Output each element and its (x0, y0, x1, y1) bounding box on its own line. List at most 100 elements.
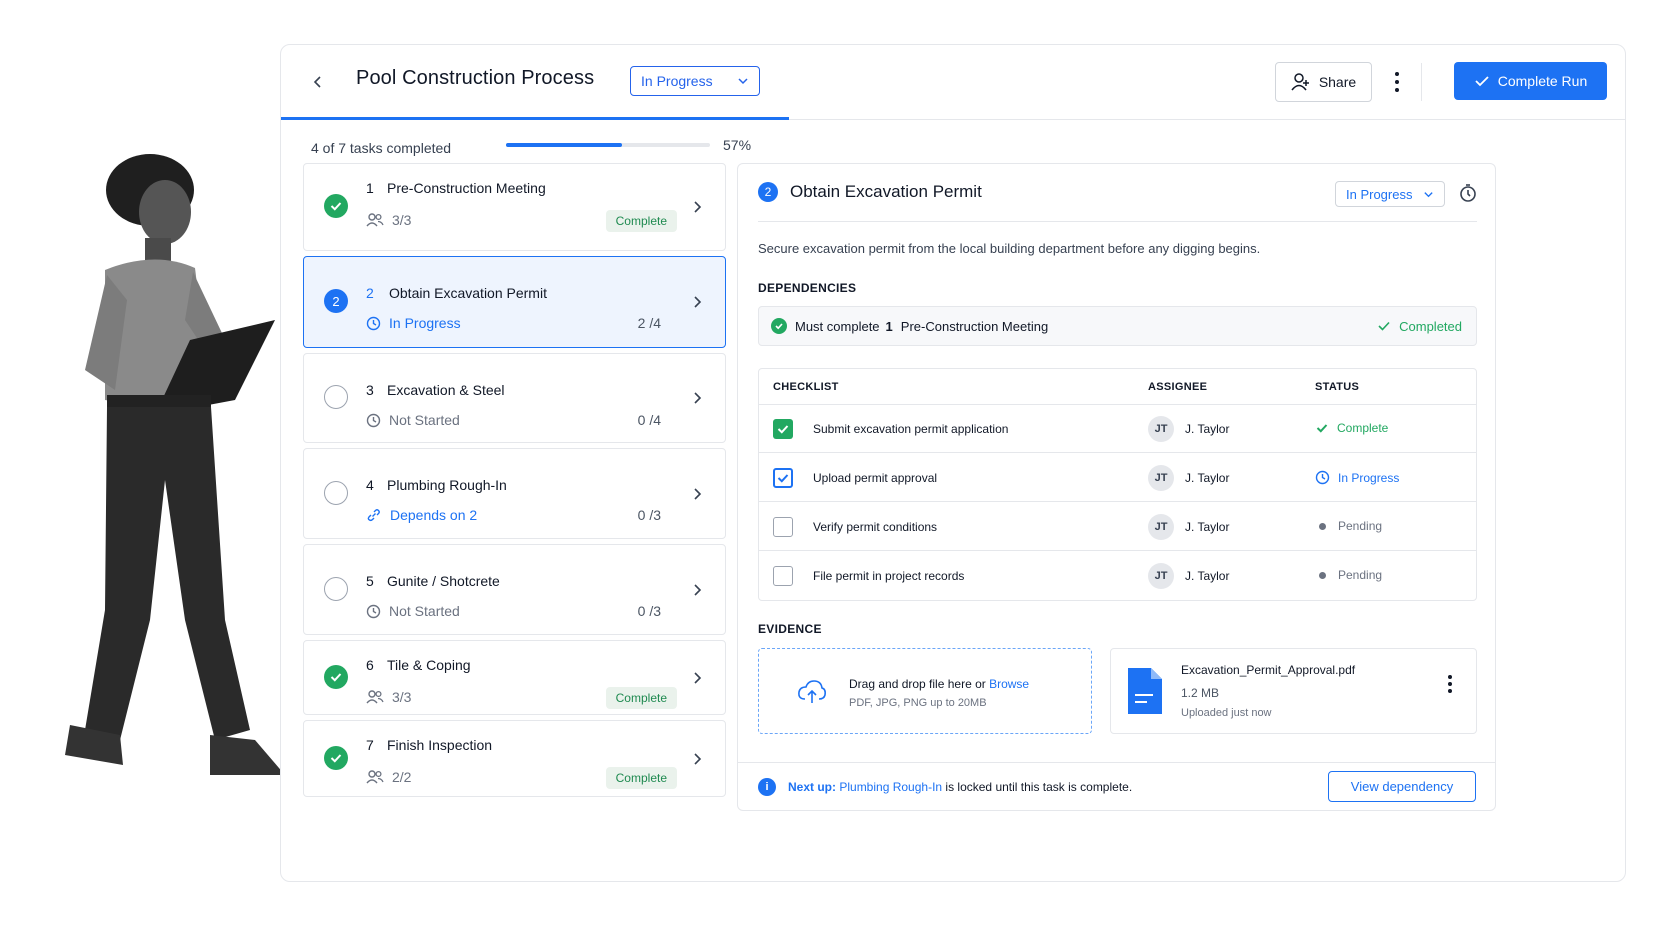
view-dependency-button[interactable]: View dependency (1328, 771, 1476, 802)
next-task-link[interactable]: Plumbing Rough-In (839, 780, 942, 794)
checklist-status: Pending (1315, 568, 1382, 582)
progress-summary: 4 of 7 tasks completed 57% (311, 137, 761, 159)
checkbox-unchecked[interactable] (773, 517, 793, 537)
check-circle-icon (771, 318, 787, 334)
task-current-indicator: 2 (324, 289, 348, 313)
task-complete-icon (324, 746, 348, 770)
task-meta-label: In Progress (389, 315, 461, 331)
task-meta: Not Started (366, 603, 460, 619)
add-user-icon (1291, 73, 1309, 91)
checkbox-checked[interactable] (773, 419, 793, 439)
dropzone-hint: PDF, JPG, PNG up to 20MB (849, 697, 987, 709)
detail-title: Obtain Excavation Permit (790, 182, 982, 201)
checklist-row: File permit in project records JT J. Tay… (759, 552, 1476, 600)
page-title: Pool Construction Process (356, 67, 595, 89)
avatar: JT (1148, 514, 1174, 540)
task-name: Pre-Construction Meeting (387, 180, 546, 196)
task-complete-icon (324, 194, 348, 218)
task-card[interactable]: 4 Plumbing Rough-In Depends on 2 0 /3 (303, 448, 726, 539)
chevron-right-icon (693, 487, 703, 506)
task-count: 0 /3 (637, 603, 661, 619)
task-number: 1 (366, 180, 374, 196)
task-name: Obtain Excavation Permit (389, 285, 547, 301)
check-icon (1378, 321, 1390, 331)
assignee-name: J. Taylor (1185, 471, 1230, 485)
next-up-notice: Next up: Plumbing Rough-In is locked unt… (788, 780, 1132, 794)
users-icon (366, 769, 384, 785)
col-assignee: ASSIGNEE (1148, 381, 1208, 393)
task-name: Gunite / Shotcrete (387, 573, 500, 589)
complete-run-button[interactable]: Complete Run (1454, 62, 1607, 100)
person-illustration (65, 154, 285, 775)
back-button[interactable] (305, 69, 331, 95)
task-pending-indicator (324, 481, 348, 505)
chevron-right-icon (693, 583, 703, 602)
task-card[interactable]: 3 Excavation & Steel Not Started 0 /4 (303, 353, 726, 443)
task-card[interactable]: 2 2 Obtain Excavation Permit In Progress… (303, 256, 726, 348)
file-size: 1.2 MB (1181, 686, 1220, 700)
check-icon (1315, 421, 1329, 435)
file-upload-time: Uploaded just now (1181, 707, 1272, 719)
task-name: Excavation & Steel (387, 382, 505, 398)
assignee-name: J. Taylor (1185, 569, 1230, 583)
chevron-left-icon (313, 76, 321, 88)
task-number: 5 (366, 573, 374, 589)
task-count: 2 /4 (637, 315, 661, 331)
checklist-status: In Progress (1315, 470, 1399, 485)
evidence-heading: EVIDENCE (758, 622, 822, 636)
detail-heading: 2 Obtain Excavation Permit (758, 182, 982, 202)
file-dropzone[interactable]: Drag and drop file here or Browse PDF, J… (758, 648, 1092, 734)
chevron-right-icon (693, 200, 703, 219)
users-icon (366, 212, 384, 228)
detail-status-dropdown[interactable]: In Progress (1335, 181, 1445, 207)
task-card[interactable]: 5 Gunite / Shotcrete Not Started 0 /3 (303, 544, 726, 635)
header: Pool Construction Process In Progress Sh… (281, 45, 1625, 119)
progress-percent: 57% (723, 137, 752, 153)
dependencies-heading: DEPENDENCIES (758, 281, 857, 295)
checklist-row: Submit excavation permit application JT … (759, 405, 1476, 453)
task-card[interactable]: 1 Pre-Construction Meeting 3/3 Complete (303, 163, 726, 251)
avatar: JT (1148, 465, 1174, 491)
task-card[interactable]: 7 Finish Inspection 2/2 Complete (303, 720, 726, 797)
status-dropdown-label: In Progress (641, 73, 713, 89)
timer-button[interactable] (1458, 183, 1478, 208)
browse-link[interactable]: Browse (989, 677, 1029, 691)
task-name: Tile & Coping (387, 657, 471, 673)
link-icon (366, 507, 382, 523)
progress-bar-fill (506, 143, 623, 147)
task-status-badge: Complete (605, 767, 677, 789)
share-button[interactable]: Share (1275, 62, 1372, 102)
status-dropdown[interactable]: In Progress (630, 66, 760, 96)
header-active-indicator (281, 117, 789, 120)
dependency-prefix: Must complete (795, 318, 880, 334)
clock-icon (366, 604, 381, 619)
file-options-button[interactable] (1448, 675, 1452, 693)
avatar: JT (1148, 416, 1174, 442)
assignee-name: J. Taylor (1185, 520, 1230, 534)
dependency-row: Must complete 1 Pre-Construction Meeting… (758, 306, 1477, 346)
task-meta: In Progress (366, 315, 461, 331)
task-detail-panel: 2 Obtain Excavation Permit In Progress S… (737, 163, 1496, 811)
pending-dot-icon (1319, 522, 1326, 530)
task-meta: 3/3 (366, 212, 411, 228)
file-name: Excavation_Permit_Approval.pdf (1181, 663, 1356, 677)
dependency-status-label: Completed (1399, 318, 1462, 334)
clock-icon (366, 316, 381, 331)
task-card[interactable]: 6 Tile & Coping 3/3 Complete (303, 640, 726, 715)
task-number: 7 (366, 737, 374, 753)
more-options-button[interactable] (1387, 67, 1407, 97)
detail-step-number: 2 (758, 182, 778, 202)
checkbox-unchecked[interactable] (773, 566, 793, 586)
task-meta-label: 2/2 (392, 769, 412, 785)
task-status-badge: Complete (605, 210, 677, 232)
task-number: 6 (366, 657, 374, 673)
task-count: 0 /4 (637, 412, 661, 428)
assignee-name: J. Taylor (1185, 422, 1230, 436)
task-meta-label: 3/3 (392, 689, 412, 705)
header-divider (1421, 63, 1422, 101)
uploaded-file-card[interactable]: Excavation_Permit_Approval.pdf 1.2 MB Up… (1110, 648, 1477, 734)
task-meta: 2/2 (366, 769, 411, 785)
next-up-suffix: is locked until this task is complete. (945, 780, 1133, 794)
checkbox-checked[interactable] (773, 468, 793, 488)
next-up-label: Next up: (788, 780, 836, 794)
